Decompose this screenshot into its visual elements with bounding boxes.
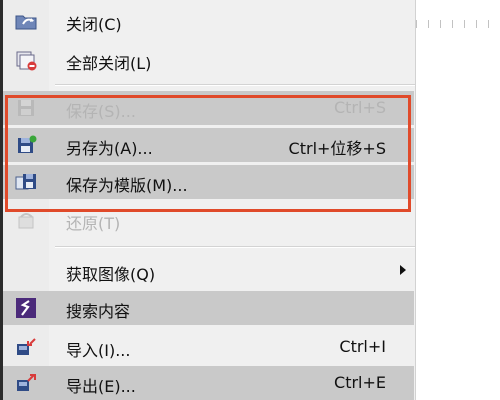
menu-item-acquire[interactable]: 获取图像(Q) [3,254,414,288]
menu-item-label: 获取图像(Q) [66,265,156,284]
menu-item-label: 另存为(A)... [66,139,153,158]
menu-item-save[interactable]: 保存(S)... Ctrl+S [3,91,414,125]
menu-item-label: 还原(T) [66,214,121,233]
menu-item-shortcut: Ctrl+I [339,337,386,356]
search-content-icon [3,291,49,325]
menu-item-shortcut: Ctrl+E [334,373,386,392]
menu-item-export[interactable]: 导出(E)... Ctrl+E [3,366,414,400]
menu-separator [55,246,415,248]
acquire-blank-icon [3,254,49,288]
menu-separator [55,84,415,86]
menu-item-import[interactable]: 导入(I)... Ctrl+I [3,330,414,364]
menu-item-label: 导出(E)... [66,377,136,396]
menu-item-save-as[interactable]: 另存为(A)... Ctrl+位移+S [3,128,414,162]
screen: 关闭(C) 全部关闭(L) 保存(S)... Ctrl+S 另存为(A)... … [0,0,500,400]
save-icon [3,91,49,125]
menu-item-revert[interactable]: 还原(T) [3,203,414,237]
ruler-dots [416,20,500,28]
menu-item-save-template[interactable]: 保存为模版(M)... [3,165,414,199]
save-template-icon [3,165,49,199]
file-menu: 关闭(C) 全部关闭(L) 保存(S)... Ctrl+S 另存为(A)... … [0,0,416,400]
save-as-icon [3,128,49,162]
document-area [416,0,500,400]
close-all-icon [3,43,49,77]
menu-item-label: 关闭(C) [66,15,122,34]
menu-item-shortcut: Ctrl+S [333,98,386,117]
menu-item-close[interactable]: 关闭(C) [3,4,414,38]
menu-item-label: 导入(I)... [66,341,131,360]
folder-arrow-icon [3,4,49,38]
menu-item-label: 搜索内容 [66,302,131,321]
menu-item-search-content[interactable]: 搜索内容 [3,291,414,325]
import-icon [3,330,49,364]
menu-item-label: 保存为模版(M)... [66,176,188,195]
export-icon [3,366,49,400]
revert-icon [3,203,49,237]
menu-item-label: 全部关闭(L) [66,54,152,73]
submenu-arrow-icon [400,265,406,275]
menu-item-shortcut: Ctrl+位移+S [288,139,386,158]
menu-item-label: 保存(S)... [66,102,136,121]
menu-item-close-all[interactable]: 全部关闭(L) [3,43,414,77]
